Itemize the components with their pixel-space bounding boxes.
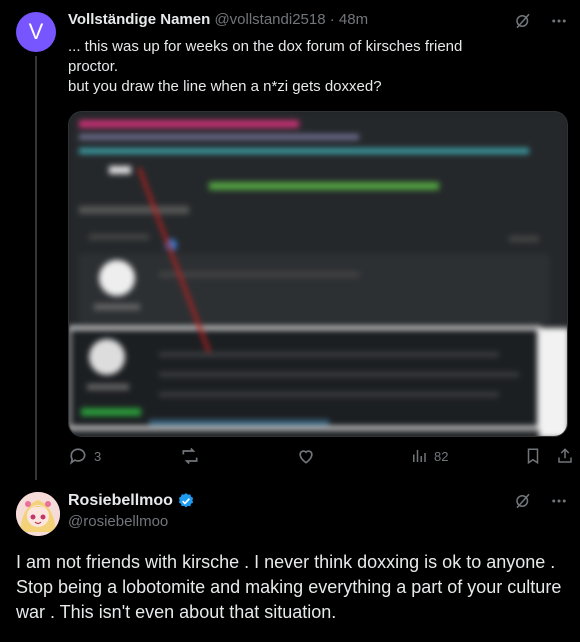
author-handle[interactable]: @rosiebellmoo — [68, 513, 195, 530]
views-button[interactable]: 82 — [410, 447, 448, 465]
tweet-text: I am not friends with kirsche . I never … — [16, 552, 562, 622]
more-icon[interactable] — [550, 492, 568, 510]
avatar[interactable] — [16, 492, 60, 536]
tweet-top-actions — [514, 12, 568, 30]
tweet-top-actions — [514, 492, 568, 510]
reply-button[interactable]: 3 — [68, 446, 101, 466]
tweet-actions: 3 82 — [68, 444, 576, 468]
tweet-header: Vollständige Namen @vollstandi2518 · 48m — [68, 11, 368, 28]
tweet-rosiebellmoo[interactable]: Rosiebellmoo @rosiebellmoo I am not frie… — [0, 480, 580, 642]
bookmark-icon — [527, 448, 539, 465]
tweet-text: ... this was up for weeks on the dox for… — [68, 37, 538, 97]
retweet-button[interactable] — [180, 446, 206, 466]
share-icon — [558, 448, 572, 463]
tweet-text-line: proctor. — [68, 58, 119, 75]
view-count: 82 — [434, 448, 449, 464]
attached-image[interactable] — [68, 111, 568, 437]
retweet-icon — [182, 447, 198, 465]
like-button[interactable] — [296, 446, 322, 466]
thread-connector — [35, 56, 37, 480]
avatar[interactable]: V — [16, 12, 56, 52]
tweet-header: Rosiebellmoo @rosiebellmoo — [68, 492, 195, 530]
author-handle[interactable]: @vollstandi2518 — [214, 11, 325, 28]
author-name-row: Rosiebellmoo — [68, 492, 195, 510]
blurred-screenshot-image — [69, 112, 567, 436]
more-icon[interactable] — [550, 12, 568, 30]
tweet-text-line: but you draw the line when a n*zi gets d… — [68, 78, 382, 95]
heart-icon — [299, 450, 313, 464]
author-name[interactable]: Rosiebellmoo — [68, 492, 173, 510]
grok-icon[interactable] — [514, 492, 532, 510]
grok-icon[interactable] — [514, 12, 532, 30]
avatar-letter: V — [28, 19, 44, 44]
tweet-vollstandige[interactable]: V Vollständige Namen @vollstandi2518 · 4… — [0, 0, 580, 480]
bookmark-button[interactable] — [524, 447, 542, 465]
views-icon — [413, 450, 426, 462]
reply-icon — [69, 448, 86, 465]
timestamp[interactable]: 48m — [339, 11, 368, 28]
anime-avatar-image — [16, 492, 60, 536]
verified-badge-icon[interactable] — [177, 492, 195, 510]
share-button[interactable] — [556, 447, 574, 465]
tweet-text-line: ... this was up for weeks on the dox for… — [68, 38, 463, 55]
reply-count: 3 — [94, 448, 102, 464]
separator: · — [329, 11, 335, 28]
author-name[interactable]: Vollständige Namen — [68, 11, 210, 28]
